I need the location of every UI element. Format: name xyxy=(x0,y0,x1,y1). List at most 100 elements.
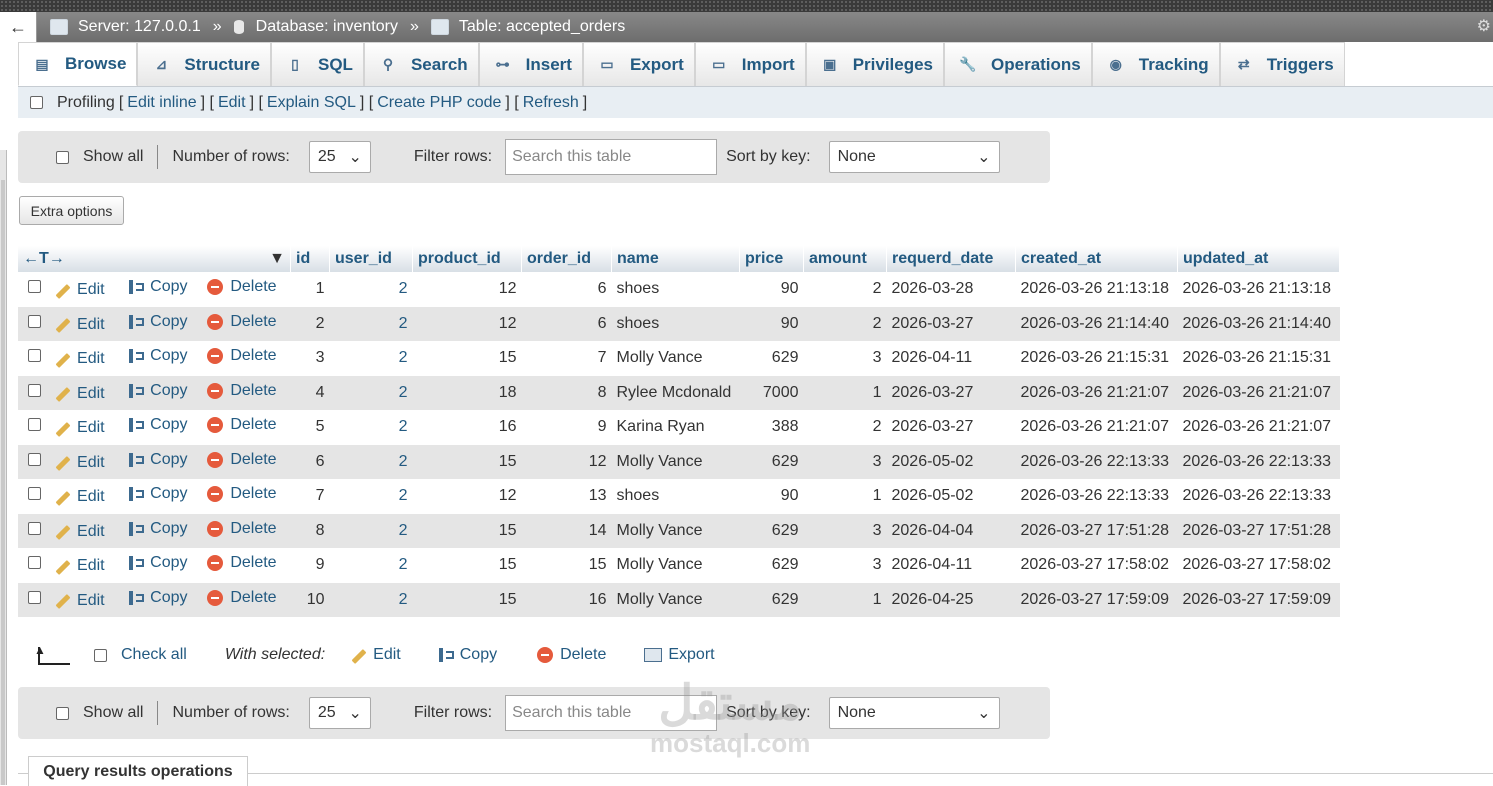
cell-price[interactable]: 629 xyxy=(739,341,804,376)
cell-updated-at[interactable]: 2026-03-26 22:13:33 xyxy=(1177,479,1340,514)
cell-amount[interactable]: 2 xyxy=(803,272,887,307)
cell-updated-at[interactable]: 2026-03-27 17:51:28 xyxy=(1177,513,1340,548)
cell-updated-at[interactable]: 2026-03-26 21:14:40 xyxy=(1177,306,1340,341)
cell-id[interactable]: 8 xyxy=(290,513,330,548)
row-checkbox[interactable] xyxy=(27,487,41,501)
cell-user-id[interactable]: 2 xyxy=(329,479,413,514)
cell-requerd-date[interactable]: 2026-05-02 xyxy=(886,479,1016,514)
row-delete-button[interactable]: Delete xyxy=(207,589,277,607)
cell-id[interactable]: 6 xyxy=(290,444,330,479)
row-delete-button[interactable]: Delete xyxy=(207,347,277,365)
cell-user-id[interactable]: 2 xyxy=(329,582,413,617)
cell-price[interactable]: 388 xyxy=(739,410,804,445)
row-copy-button[interactable]: Copy xyxy=(127,278,188,296)
column-header-amount[interactable]: amount xyxy=(803,246,887,272)
rows-select[interactable]: 25 ⌄ xyxy=(308,141,371,173)
row-delete-button[interactable]: Delete xyxy=(207,313,277,331)
row-edit-button[interactable]: Edit xyxy=(55,454,105,472)
edit-link[interactable]: Edit xyxy=(218,94,246,112)
cell-product-id[interactable]: 12 xyxy=(412,306,522,341)
cell-requerd-date[interactable]: 2026-03-27 xyxy=(886,375,1016,410)
row-checkbox[interactable] xyxy=(27,349,41,363)
cell-updated-at[interactable]: 2026-03-27 17:58:02 xyxy=(1177,548,1340,583)
bulk-delete-button[interactable]: Delete xyxy=(537,646,606,664)
cell-requerd-date[interactable]: 2026-05-02 xyxy=(886,444,1016,479)
row-delete-button[interactable]: Delete xyxy=(207,554,277,572)
cell-price[interactable]: 7000 xyxy=(739,375,804,410)
cell-price[interactable]: 629 xyxy=(739,582,804,617)
row-delete-button[interactable]: Delete xyxy=(207,451,277,469)
cell-price[interactable]: 629 xyxy=(739,548,804,583)
cell-updated-at[interactable]: 2026-03-26 21:15:31 xyxy=(1177,341,1340,376)
row-checkbox[interactable] xyxy=(27,556,41,570)
row-delete-button[interactable]: Delete xyxy=(207,382,277,400)
tab-export[interactable]: ▭ Export xyxy=(582,42,695,86)
cell-name[interactable]: Molly Vance xyxy=(611,513,740,548)
cell-name[interactable]: Molly Vance xyxy=(611,582,740,617)
cell-price[interactable]: 629 xyxy=(739,513,804,548)
cell-name[interactable]: shoes xyxy=(611,306,740,341)
cell-user-id[interactable]: 2 xyxy=(329,306,413,341)
column-header-created-at[interactable]: created_at xyxy=(1015,246,1178,272)
bulk-edit-button[interactable]: Edit xyxy=(351,646,401,664)
cell-updated-at[interactable]: 2026-03-26 21:13:18 xyxy=(1177,272,1340,307)
cell-user-id[interactable]: 2 xyxy=(329,272,413,307)
cell-created-at[interactable]: 2026-03-26 21:14:40 xyxy=(1015,306,1178,341)
row-checkbox[interactable] xyxy=(27,314,41,328)
cell-name[interactable]: Rylee Mcdonald xyxy=(611,375,740,410)
cell-created-at[interactable]: 2026-03-27 17:51:28 xyxy=(1015,513,1178,548)
row-copy-button[interactable]: Copy xyxy=(127,313,188,331)
cell-requerd-date[interactable]: 2026-04-11 xyxy=(886,341,1016,376)
cell-product-id[interactable]: 12 xyxy=(412,479,522,514)
cell-amount[interactable]: 2 xyxy=(803,410,887,445)
cell-order-id[interactable]: 13 xyxy=(521,479,612,514)
query-results-operations-tab[interactable]: Query results operations xyxy=(28,756,248,786)
left-scrollbar[interactable] xyxy=(0,150,7,785)
tab-insert[interactable]: ⊶ Insert xyxy=(478,42,583,86)
tab-browse[interactable]: ▤ Browse xyxy=(18,42,138,86)
cell-order-id[interactable]: 7 xyxy=(521,341,612,376)
tab-tracking[interactable]: ◉ Tracking xyxy=(1091,42,1220,86)
cell-name[interactable]: Molly Vance xyxy=(611,444,740,479)
cell-user-id[interactable]: 2 xyxy=(329,548,413,583)
scrollbar-thumb[interactable] xyxy=(1,180,5,785)
column-header-requerd-date[interactable]: requerd_date xyxy=(886,246,1016,272)
cell-created-at[interactable]: 2026-03-26 21:15:31 xyxy=(1015,341,1178,376)
cell-user-id[interactable]: 2 xyxy=(329,375,413,410)
row-checkbox[interactable] xyxy=(27,521,41,535)
show-all-checkbox[interactable] xyxy=(56,706,69,720)
breadcrumb-table[interactable]: Table: accepted_orders xyxy=(459,18,625,36)
bulk-copy-button[interactable]: Copy xyxy=(437,646,497,664)
cell-order-id[interactable]: 16 xyxy=(521,582,612,617)
check-all-checkbox[interactable] xyxy=(94,648,107,662)
rows-select[interactable]: 25 ⌄ xyxy=(308,697,371,729)
cell-created-at[interactable]: 2026-03-26 21:13:18 xyxy=(1015,272,1178,307)
row-delete-button[interactable]: Delete xyxy=(207,416,277,434)
cell-amount[interactable]: 3 xyxy=(803,444,887,479)
cell-updated-at[interactable]: 2026-03-27 17:59:09 xyxy=(1177,582,1340,617)
row-edit-button[interactable]: Edit xyxy=(55,316,105,334)
cell-user-id[interactable]: 2 xyxy=(329,341,413,376)
cell-product-id[interactable]: 15 xyxy=(412,582,522,617)
cell-order-id[interactable]: 6 xyxy=(521,272,612,307)
row-delete-button[interactable]: Delete xyxy=(207,520,277,538)
cell-name[interactable]: Karina Ryan xyxy=(611,410,740,445)
refresh-link[interactable]: Refresh xyxy=(523,94,579,112)
cell-created-at[interactable]: 2026-03-27 17:59:09 xyxy=(1015,582,1178,617)
row-edit-button[interactable]: Edit xyxy=(55,281,105,299)
cell-user-id[interactable]: 2 xyxy=(329,410,413,445)
cell-product-id[interactable]: 15 xyxy=(412,341,522,376)
cell-order-id[interactable]: 14 xyxy=(521,513,612,548)
cell-id[interactable]: 4 xyxy=(290,375,330,410)
cell-product-id[interactable]: 18 xyxy=(412,375,522,410)
cell-requerd-date[interactable]: 2026-03-28 xyxy=(886,272,1016,307)
cell-amount[interactable]: 3 xyxy=(803,341,887,376)
cell-id[interactable]: 7 xyxy=(290,479,330,514)
row-copy-button[interactable]: Copy xyxy=(127,589,188,607)
tab-sql[interactable]: ▯ SQL xyxy=(271,42,364,86)
tab-triggers[interactable]: ⇄ Triggers xyxy=(1219,42,1345,86)
column-header-product-id[interactable]: product_id xyxy=(412,246,522,272)
row-checkbox[interactable] xyxy=(27,452,41,466)
cell-created-at[interactable]: 2026-03-26 22:13:33 xyxy=(1015,444,1178,479)
cell-order-id[interactable]: 9 xyxy=(521,410,612,445)
